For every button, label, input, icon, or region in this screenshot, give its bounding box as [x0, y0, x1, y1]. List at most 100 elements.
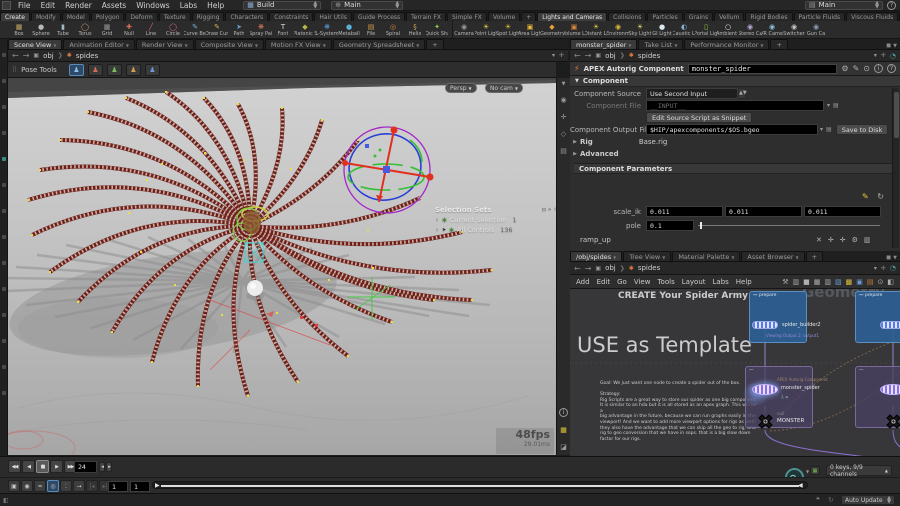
shelf-tool-font[interactable]: T Font [272, 21, 294, 38]
shelf-tool-line[interactable]: ╱ Line [140, 21, 162, 38]
shelf-tab-rigid-bodies[interactable]: Rigid Bodies [745, 12, 793, 21]
component-file-field[interactable]: __INPUT__ [646, 100, 824, 111]
revert-icon[interactable]: ↻ [877, 192, 884, 201]
back-icon[interactable]: ← [574, 264, 581, 273]
menu-labs[interactable]: Labs [175, 0, 202, 11]
path-obj[interactable]: obj [43, 52, 54, 60]
pose-tool-rig[interactable]: ♟ [87, 63, 103, 76]
net-menu-labs[interactable]: Labs [713, 278, 729, 286]
shelf-tool-path[interactable]: ➤ Path [228, 21, 250, 38]
shelf-tab-terrain-fx[interactable]: Terrain FX [406, 12, 446, 21]
shelf-tab-texture[interactable]: Texture [158, 12, 191, 21]
shelf-tool-l-system[interactable]: ❋ L-System [316, 21, 338, 38]
range-handle-left[interactable]: ▶ [155, 482, 160, 490]
path-obj[interactable]: obj [605, 52, 616, 60]
pane-tab-animation-editor[interactable]: Animation Editor ▼ [63, 39, 135, 49]
selection-set-row-current-selection[interactable]: ◦ ✱ Current Selection 1 [435, 216, 556, 224]
magnifier-icon[interactable]: ⊙ [863, 64, 870, 73]
left-strip-icon[interactable] [2, 235, 6, 239]
shelf-tool-file[interactable]: ▤ File [360, 21, 382, 38]
shelf-tab-lights-and-cameras[interactable]: Lights and Cameras [537, 12, 608, 21]
prev-frame-button[interactable]: ◀ [22, 460, 35, 473]
selection-set-row-all-controls[interactable]: ◦ ➤ ✱ All Controls 136 [435, 226, 556, 234]
radial-menu-dropdown[interactable]: ⊕ Main ▲ ▼ [331, 0, 404, 10]
rewind-button[interactable]: ◀◀ [8, 460, 21, 473]
dec-frame-icon[interactable]: ◂ [99, 462, 105, 472]
component-source-dropdown[interactable]: Use Second Input [646, 88, 738, 99]
path-spides[interactable]: spides [76, 52, 98, 60]
left-strip-icon[interactable] [2, 313, 6, 317]
tab-dropdown-icon[interactable]: ▼ [255, 43, 258, 48]
shelf-tool-switcher[interactable]: ◉ Switcher [783, 21, 805, 38]
shelf-tool-point-light[interactable]: ☀Point Light [475, 21, 497, 38]
tab-dropdown-icon[interactable]: ▼ [796, 255, 799, 260]
pane-tab-item[interactable]: + [805, 251, 824, 261]
scrollbar-thumb[interactable] [894, 92, 899, 138]
shelf-tool-volume-light[interactable]: ▣Volume Light [563, 21, 585, 38]
shelf-tab-constraints[interactable]: Constraints [269, 12, 314, 21]
shelf-tab-viscous-fluids[interactable]: Viscous Fluids [846, 12, 899, 21]
pin-icon[interactable]: ✛ [881, 52, 886, 59]
pane-maximize-icon[interactable]: ◼ [886, 42, 891, 49]
ramp-move-icon[interactable]: ✛ [828, 236, 834, 244]
follow-playbar-icon[interactable]: → [73, 480, 85, 492]
pan-tool-icon[interactable]: ✛ [561, 113, 567, 121]
pin-panel-icon[interactable]: ▫ [542, 206, 546, 213]
ramp-presets-icon[interactable]: ▥ [864, 236, 871, 244]
net-menu-help[interactable]: Help [736, 278, 752, 286]
stop-button[interactable]: ■ [36, 460, 49, 473]
edit-snippet-button[interactable]: Edit Source Script as Snippet [646, 112, 753, 123]
shelf-tool-gun-ca[interactable]: ◉ Gun Ca [805, 21, 827, 38]
shelf-tool-vr-camera[interactable]: ◉VR Camera [761, 21, 783, 38]
stop-icon[interactable]: ■ [803, 278, 810, 286]
help-icon[interactable]: ? [887, 64, 896, 73]
shelf-tab-hair-utils[interactable]: Hair Utils [314, 12, 352, 21]
shelf-tab-particles[interactable]: Particles [647, 12, 683, 21]
shelf-tab-collisions[interactable]: Collisions [608, 12, 647, 21]
forward-icon[interactable]: → [585, 51, 592, 60]
tab-dropdown-icon[interactable]: ▼ [53, 43, 56, 48]
current-frame-field[interactable]: 24 [74, 461, 97, 473]
shelf-tool-distant-light[interactable]: ☀Distant Light [585, 21, 607, 38]
desktop-dropdown[interactable]: ▦ Build ▲ ▼ [243, 0, 322, 10]
shelf-tool-ambient-light[interactable]: ○Ambient Light [717, 21, 739, 38]
left-strip-icon[interactable] [2, 209, 6, 213]
menu-file[interactable]: File [13, 0, 36, 11]
pane-menu-icon[interactable]: ▼ [893, 255, 897, 261]
menu-assets[interactable]: Assets [97, 0, 131, 11]
back-icon[interactable]: ← [12, 51, 19, 60]
gear-icon[interactable]: ⚙ [841, 64, 848, 73]
node-spider-builder-2nd[interactable] [880, 321, 900, 329]
pane-tab-item[interactable]: + [770, 39, 788, 49]
net-menu-tools[interactable]: Tools [657, 278, 674, 286]
pose-tool-select[interactable]: ♟ [68, 63, 84, 76]
persp-dropdown[interactable]: Persp ▼ [445, 83, 477, 93]
pane-tab-asset-browser[interactable]: Asset Browser ▼ [741, 251, 805, 261]
forward-icon[interactable]: → [585, 264, 592, 273]
network-boxes-icon[interactable]: ▨ [835, 278, 842, 286]
menu-windows[interactable]: Windows [131, 0, 174, 11]
shelf-tool-null[interactable]: ✚ Null [118, 21, 140, 38]
shelf-tool-sky-light[interactable]: ☀ Sky Light [629, 21, 651, 38]
brush-icon[interactable]: ✎ [853, 64, 860, 73]
pane-tab-item[interactable]: + [426, 39, 444, 49]
shelf-tool-helix[interactable]: § Helix [404, 21, 426, 38]
node-name-field[interactable]: monster_spider [687, 63, 838, 74]
keyframe-options-icon[interactable]: ▦ [810, 466, 820, 475]
shelf-tab-model[interactable]: Model [61, 12, 90, 21]
file-browse-icon[interactable]: ▤ [833, 102, 839, 109]
ramp-reset-icon[interactable]: ✕ [816, 236, 822, 244]
help-icon[interactable]: ? [887, 0, 896, 10]
info-icon[interactable]: i [874, 64, 883, 73]
shelf-tab-simple-fx[interactable]: Simple FX [446, 12, 487, 21]
save-to-disk-button[interactable]: Save to Disk [835, 124, 889, 135]
integer-frames-icon[interactable]: ⁚ [60, 480, 72, 492]
shelf-tool-portal-light[interactable]: ▯Portal Light [695, 21, 717, 38]
component-parameters-header[interactable]: Component Parameters [574, 163, 896, 174]
shelf-tool-metaball[interactable]: ● Metaball [338, 21, 360, 38]
null-daddy-shape[interactable] [885, 413, 900, 430]
pose-tool-mocap[interactable]: ♟ [144, 63, 160, 76]
zoom-icon[interactable]: ⊙ [878, 278, 884, 286]
shelf-tool-spiral[interactable]: ◎ Spiral [382, 21, 404, 38]
realtime-export-icon[interactable]: ▣ [8, 480, 20, 492]
